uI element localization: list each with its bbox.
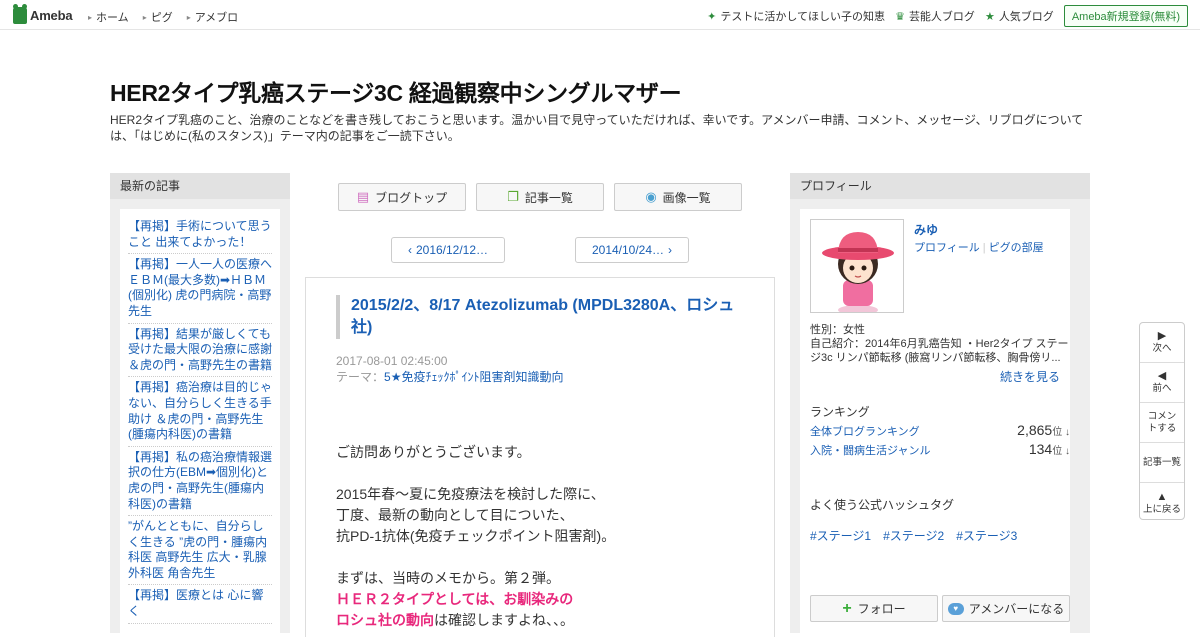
ranking-heading: ランキング bbox=[810, 405, 870, 419]
ranking-row-overall: 全体ブログランキング 2,865位 ↓ bbox=[810, 422, 1070, 439]
blog-description: HER2タイプ乳癌のこと、治療のことなどを書き残しておこうと思います。温かい目で… bbox=[110, 113, 1084, 143]
camera-icon: ◉ bbox=[645, 189, 657, 204]
list-item[interactable]: 【再掲】私の癌治療情報選択の仕方(EBM➡個別化)と虎の門・高野先生(腫瘍内科医… bbox=[128, 449, 272, 517]
avatar[interactable] bbox=[810, 219, 904, 313]
ranking-value: 2,865位 ↓ bbox=[1017, 422, 1070, 438]
list-item[interactable]: ”がんとともに、自分らしく生きる ”虎の門・腫瘍内科医 高野先生 広大・乳腺外科… bbox=[128, 518, 272, 586]
prev-button[interactable]: ◀ 前へ bbox=[1140, 363, 1184, 403]
profile-heading: プロフィール bbox=[790, 173, 1090, 199]
profile-intro: 自己紹介：2014年6月乳癌告知 ・Her2タイプ ステージ3c リンパ節転移 … bbox=[810, 338, 1069, 364]
amember-button[interactable]: ♥ アメンバーになる bbox=[942, 595, 1070, 622]
floating-side-nav: ▶ 次へ ◀ 前へ コメントする 記事一覧 ▲ 上に戻る bbox=[1139, 322, 1185, 520]
blog-nav-buttons: ▤ ブログトップ ❐ 記事一覧 ◉ 画像一覧 bbox=[338, 183, 752, 211]
list-item[interactable]: 【再掲】一人一人の医療へ ＥＢＭ(最大多数)➡ＨＢＭ(個別化) 虎の門病院・高野… bbox=[128, 256, 272, 324]
recent-articles-panel: 最新の記事 【再掲】手術について思うこと 出来てよかった！ 【再掲】一人一人の医… bbox=[110, 173, 290, 639]
article-theme: テーマ：5★免疫ﾁｪｯｸﾎﾟｲﾝﾄ阻害剤知識動向 bbox=[336, 370, 564, 384]
plus-icon: + bbox=[842, 599, 852, 617]
speech-bubble-icon: ♥ bbox=[947, 602, 964, 615]
avatar-illustration bbox=[811, 220, 903, 312]
hashtag-link[interactable]: #ステージ3 bbox=[956, 527, 1017, 544]
top-nav: ▸ ホーム ▸ ピグ ▸ アメブロ bbox=[88, 9, 252, 25]
chevron-left-icon: ‹ bbox=[407, 243, 412, 257]
triangle-left-icon: ◀ bbox=[1157, 370, 1167, 382]
list-icon: ❐ bbox=[507, 189, 519, 204]
nav-pigg-link[interactable]: ▸ ピグ bbox=[143, 9, 173, 25]
list-item[interactable]: 【再掲】医療とは 心に響く bbox=[128, 587, 272, 624]
profile-name[interactable]: みゆ bbox=[914, 221, 938, 238]
chevron-right-icon: ▸ bbox=[142, 12, 147, 22]
document-icon: ▤ bbox=[356, 189, 370, 204]
hashtag-link[interactable]: #ステージ2 bbox=[883, 527, 944, 544]
divider: | bbox=[982, 242, 986, 254]
crown-icon: ♛ bbox=[895, 10, 905, 23]
profile-links: プロフィール | ピグの部屋 bbox=[914, 239, 1044, 255]
triangle-up-icon: ▲ bbox=[1156, 490, 1168, 503]
article-title[interactable]: 2015/2/2、8/17 Atezolizumab (MPDL3280A、ロシ… bbox=[336, 295, 736, 339]
profile-info: 性別：女性 自己紹介：2014年6月乳癌告知 ・Her2タイプ ステージ3c リ… bbox=[810, 323, 1072, 365]
profile-panel: プロフィール みゆ プロフィール | ピグの部屋 性別：女性 自己紹介：2014… bbox=[790, 173, 1090, 639]
profile-link[interactable]: プロフィール bbox=[914, 242, 980, 254]
hashtag-list: #ステージ1 #ステージ2 #ステージ3 bbox=[810, 527, 1029, 544]
hashtag-heading: よく使う公式ハッシュタグ bbox=[810, 498, 955, 512]
article: 2015/2/2、8/17 Atezolizumab (MPDL3280A、ロシ… bbox=[305, 277, 775, 637]
ranking-label[interactable]: 入院・闘病生活ジャンル bbox=[810, 442, 930, 458]
theme-link[interactable]: 5★免疫ﾁｪｯｸﾎﾟｲﾝﾄ阻害剤知識動向 bbox=[384, 370, 563, 384]
wisdom-link[interactable]: ✦ テストに活かしてほしい子の知恵 bbox=[707, 8, 885, 24]
read-more-link[interactable]: 続きを見る bbox=[1000, 368, 1060, 385]
ranking-value: 134位 ↓ bbox=[1028, 441, 1070, 457]
list-item[interactable]: 【再掲】手術について思うこと 出来てよかった！ bbox=[128, 218, 272, 255]
chevron-right-icon: › bbox=[668, 243, 673, 257]
recent-articles-list: 【再掲】手術について思うこと 出来てよかった！ 【再掲】一人一人の医療へ ＥＢＭ… bbox=[120, 209, 280, 639]
top-right-links: ✦ テストに活かしてほしい子の知恵 ♛ 芸能人ブログ ★ 人気ブログ Ameba新規登… bbox=[707, 5, 1188, 27]
blog-top-button[interactable]: ▤ ブログトップ bbox=[338, 183, 466, 211]
prev-article-link[interactable]: ‹ 2016/12/12… bbox=[391, 237, 505, 263]
ameba-logo[interactable]: Ameba bbox=[13, 3, 73, 24]
article-list-button[interactable]: ❐ 記事一覧 bbox=[476, 183, 604, 211]
follow-button[interactable]: + フォロー bbox=[810, 595, 938, 622]
list-item[interactable]: 【再掲】結果が厳しくても受けた最大限の治療に感謝 ＆虎の門・高野先生の書籍 bbox=[128, 326, 272, 378]
next-button[interactable]: ▶ 次へ bbox=[1140, 323, 1184, 363]
ranking-label[interactable]: 全体ブログランキング bbox=[810, 423, 920, 439]
global-header: Ameba ▸ ホーム ▸ ピグ ▸ アメブロ ✦ テストに活かしてほしい子の知恵 ♛ 芸… bbox=[0, 0, 1200, 30]
hashtag-link[interactable]: #ステージ1 bbox=[810, 527, 871, 544]
sparkle-icon: ✦ bbox=[707, 10, 717, 23]
arrow-down-icon: ↓ bbox=[1062, 446, 1070, 457]
nav-ameblo-link[interactable]: ▸ アメブロ bbox=[187, 9, 238, 25]
chevron-right-icon: ▸ bbox=[186, 12, 191, 22]
ameba-logo-icon bbox=[13, 3, 27, 24]
register-button[interactable]: Ameba新規登録(無料) bbox=[1063, 5, 1188, 27]
profile-body: みゆ プロフィール | ピグの部屋 性別：女性 自己紹介：2014年6月乳癌告知 ・… bbox=[800, 209, 1070, 639]
triangle-right-icon: ▶ bbox=[1157, 330, 1167, 342]
arrow-down-icon: ↓ bbox=[1062, 427, 1070, 438]
article-date: 2017-08-01 02:45:00 bbox=[336, 354, 448, 368]
chevron-right-icon: ▸ bbox=[88, 12, 93, 22]
popular-blog-link[interactable]: ★ 人気ブログ bbox=[985, 8, 1054, 24]
article-body: ご訪問ありがとうございます。 2015年春～夏に免疫療法を検討した際に、 丁度、… bbox=[336, 444, 616, 628]
back-to-top-button[interactable]: ▲ 上に戻る bbox=[1140, 483, 1184, 523]
pigg-room-link[interactable]: ピグの部屋 bbox=[989, 242, 1044, 254]
recent-articles-heading: 最新の記事 bbox=[110, 173, 290, 199]
comment-button[interactable]: コメントする bbox=[1140, 403, 1184, 443]
image-list-button[interactable]: ◉ 画像一覧 bbox=[614, 183, 742, 211]
nav-home-link[interactable]: ▸ ホーム bbox=[88, 9, 129, 25]
profile-gender: 性別：女性 bbox=[810, 324, 865, 336]
celebrity-blog-link[interactable]: ♛ 芸能人ブログ bbox=[895, 8, 975, 24]
ranking-row-genre: 入院・闘病生活ジャンル 134位 ↓ bbox=[810, 441, 1070, 458]
next-article-link[interactable]: 2014/10/24… › bbox=[575, 237, 689, 263]
star-icon: ★ bbox=[984, 10, 995, 23]
list-item[interactable]: 【再掲】癌治療は目的じゃない、自分らしく生きる手助け ＆虎の門・高野先生(腫瘍内… bbox=[128, 379, 272, 447]
side-article-list-button[interactable]: 記事一覧 bbox=[1140, 443, 1184, 483]
logo-text: Ameba bbox=[30, 7, 73, 23]
article-meta: 2017-08-01 02:45:00 テーマ：5★免疫ﾁｪｯｸﾎﾟｲﾝﾄ阻害剤… bbox=[336, 353, 563, 385]
blog-title[interactable]: HER2タイプ乳癌ステージ3C 経過観察中シングルマザー bbox=[110, 74, 682, 108]
